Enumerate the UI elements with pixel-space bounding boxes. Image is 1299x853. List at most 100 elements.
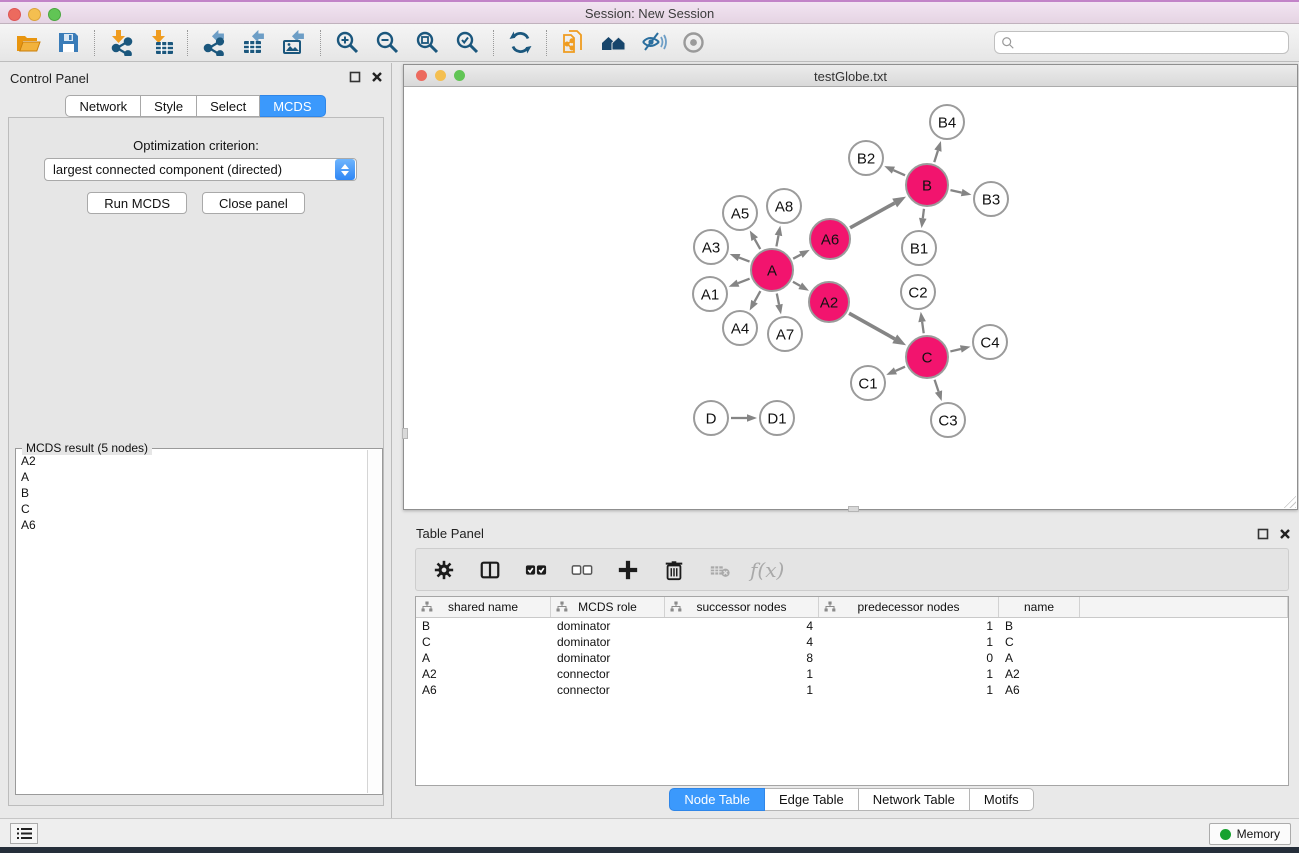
tab-motifs[interactable]: Motifs xyxy=(970,788,1034,811)
mcds-result-list[interactable]: A2ABCA6 xyxy=(17,453,367,793)
table-cell[interactable]: A6 xyxy=(416,682,551,698)
graph-node-a2[interactable]: A2 xyxy=(809,282,849,322)
search-box[interactable] xyxy=(994,31,1289,54)
zoom-out-icon[interactable] xyxy=(367,28,407,58)
optimization-criterion-select[interactable]: largest connected component (directed) xyxy=(44,158,357,181)
close-panel-button[interactable]: Close panel xyxy=(202,192,305,214)
table-cell[interactable]: dominator xyxy=(551,618,665,634)
select-all-columns-icon[interactable] xyxy=(520,555,552,585)
graph-edge[interactable] xyxy=(775,226,782,247)
task-history-button[interactable] xyxy=(10,823,38,844)
graph-node-c[interactable]: C xyxy=(906,336,948,378)
frame-handle-bottom[interactable] xyxy=(848,506,859,512)
column-header-shared-name[interactable]: shared name xyxy=(416,597,551,617)
table-cell[interactable]: 1 xyxy=(819,634,999,650)
export-image-icon[interactable] xyxy=(274,28,314,58)
graph-node-b1[interactable]: B1 xyxy=(902,231,936,265)
table-cell[interactable]: connector xyxy=(551,666,665,682)
tab-style[interactable]: Style xyxy=(141,95,197,117)
graph-node-c4[interactable]: C4 xyxy=(973,325,1007,359)
column-header-mcds-role[interactable]: MCDS role xyxy=(551,597,665,617)
column-header-predecessor-nodes[interactable]: predecessor nodes xyxy=(819,597,999,617)
run-mcds-button[interactable]: Run MCDS xyxy=(87,192,187,214)
graph-edge[interactable] xyxy=(886,367,905,375)
graph-edge[interactable] xyxy=(750,291,761,310)
show-all-networks-icon[interactable] xyxy=(593,28,633,58)
session-overview-icon[interactable] xyxy=(553,28,593,58)
table-cell[interactable]: A6 xyxy=(999,682,1080,698)
export-table-icon[interactable] xyxy=(234,28,274,58)
graph-edge[interactable] xyxy=(884,166,905,175)
column-header-name[interactable]: name xyxy=(999,597,1080,617)
search-input[interactable] xyxy=(1015,32,1288,53)
mcds-result-item[interactable]: A2 xyxy=(17,453,367,469)
open-session-icon[interactable] xyxy=(8,28,48,58)
graph-edge[interactable] xyxy=(793,250,810,259)
hide-panel-icon[interactable] xyxy=(633,28,673,58)
tab-mcds[interactable]: MCDS xyxy=(260,95,325,117)
save-session-icon[interactable] xyxy=(48,28,88,58)
graph-node-b4[interactable]: B4 xyxy=(930,105,964,139)
graph-node-d1[interactable]: D1 xyxy=(760,401,794,435)
graph-node-b[interactable]: B xyxy=(906,164,948,206)
graph-node-b3[interactable]: B3 xyxy=(974,182,1008,216)
graph-edge[interactable] xyxy=(934,141,941,162)
graph-edge[interactable] xyxy=(950,189,971,196)
graph-node-a1[interactable]: A1 xyxy=(693,277,727,311)
graph-node-a4[interactable]: A4 xyxy=(723,311,757,345)
table-cell[interactable]: 1 xyxy=(819,682,999,698)
frame-handle-left[interactable] xyxy=(402,428,408,439)
table-row[interactable]: Adominator80A xyxy=(416,650,1288,666)
table-cell[interactable]: dominator xyxy=(551,634,665,650)
table-cell[interactable]: C xyxy=(416,634,551,650)
table-row[interactable]: A2connector11A2 xyxy=(416,666,1288,682)
export-network-icon[interactable] xyxy=(194,28,234,58)
column-layout-icon[interactable] xyxy=(474,555,506,585)
unselect-all-columns-icon[interactable] xyxy=(566,555,598,585)
table-cell[interactable]: 4 xyxy=(665,634,819,650)
table-cell[interactable]: A xyxy=(416,650,551,666)
tab-network[interactable]: Network xyxy=(65,95,141,117)
show-panel-icon[interactable] xyxy=(673,28,713,58)
graph-edge[interactable] xyxy=(775,294,782,315)
table-cell[interactable]: A2 xyxy=(999,666,1080,682)
graph-edge[interactable] xyxy=(731,414,757,422)
mcds-result-item[interactable]: B xyxy=(17,485,367,501)
table-cell[interactable]: B xyxy=(416,618,551,634)
network-window-title-bar[interactable]: testGlobe.txt xyxy=(404,65,1297,87)
tab-edge-table[interactable]: Edge Table xyxy=(765,788,859,811)
tab-network-table[interactable]: Network Table xyxy=(859,788,970,811)
table-cell[interactable]: 1 xyxy=(665,666,819,682)
close-table-panel-icon[interactable] xyxy=(1279,528,1291,540)
add-column-icon[interactable] xyxy=(612,555,644,585)
table-cell[interactable]: 4 xyxy=(665,618,819,634)
graph-node-a8[interactable]: A8 xyxy=(767,189,801,223)
mcds-result-item[interactable]: A6 xyxy=(17,517,367,533)
column-header-successor-nodes[interactable]: successor nodes xyxy=(665,597,819,617)
graph-node-d[interactable]: D xyxy=(694,401,728,435)
scrollbar-track[interactable] xyxy=(367,450,381,793)
graph-edge[interactable] xyxy=(918,312,926,333)
graph-edge[interactable] xyxy=(850,197,906,228)
refresh-layout-icon[interactable] xyxy=(500,28,540,58)
graph-edge[interactable] xyxy=(729,279,750,287)
graph-edge[interactable] xyxy=(750,230,760,249)
tab-node-table[interactable]: Node Table xyxy=(669,788,765,811)
close-panel-icon[interactable] xyxy=(371,71,383,83)
table-cell[interactable]: 1 xyxy=(819,666,999,682)
table-row[interactable]: Cdominator41C xyxy=(416,634,1288,650)
import-table-icon[interactable] xyxy=(141,28,181,58)
graph-edge[interactable] xyxy=(730,254,750,262)
graph-node-b2[interactable]: B2 xyxy=(849,141,883,175)
graph-edge[interactable] xyxy=(919,209,927,228)
graph-node-c2[interactable]: C2 xyxy=(901,275,935,309)
zoom-in-icon[interactable] xyxy=(327,28,367,58)
table-cell[interactable]: connector xyxy=(551,682,665,698)
table-cell[interactable]: B xyxy=(999,618,1080,634)
graph-node-a3[interactable]: A3 xyxy=(694,230,728,264)
table-row[interactable]: Bdominator41B xyxy=(416,618,1288,634)
graph-node-c1[interactable]: C1 xyxy=(851,366,885,400)
float-panel-icon[interactable] xyxy=(349,71,361,83)
graph-node-c3[interactable]: C3 xyxy=(931,403,965,437)
delete-column-icon[interactable] xyxy=(658,555,690,585)
